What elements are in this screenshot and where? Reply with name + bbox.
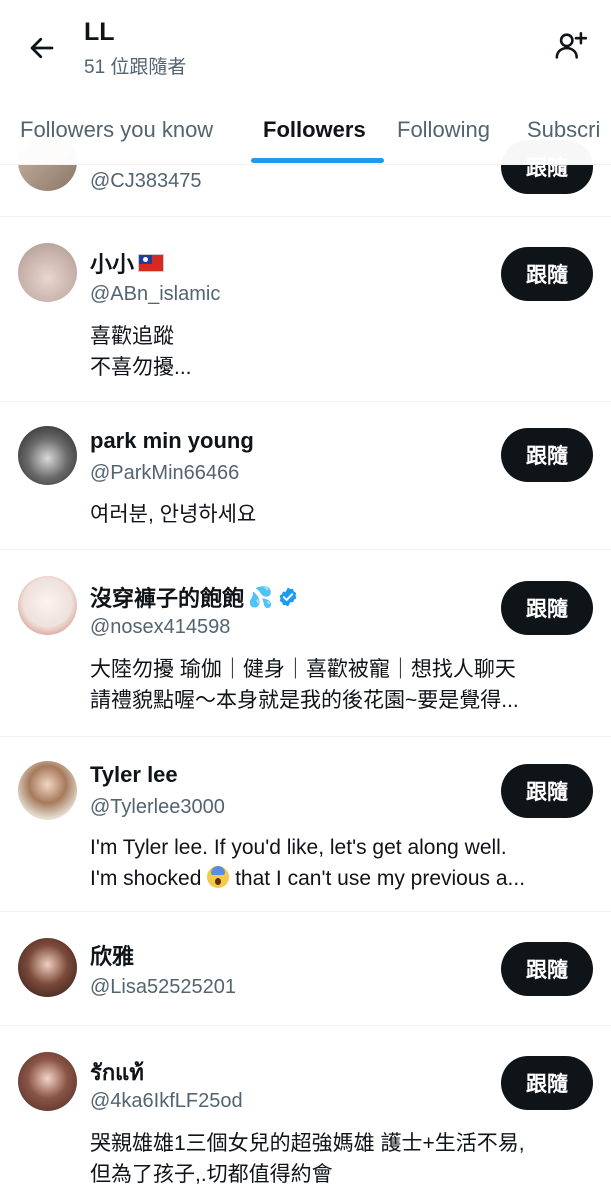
back-button[interactable] — [22, 28, 62, 68]
follow-button[interactable]: 跟隨 — [501, 247, 593, 301]
list-item[interactable]: 欣雅 @Lisa52525201 跟隨 — [0, 912, 611, 1026]
user-handle: @ABn_islamic — [90, 283, 221, 305]
bio-line: 但為了孩子,.切都值得約會 — [90, 1163, 333, 1186]
user-bio: 喜歡追蹤 不喜勿擾... — [90, 321, 585, 383]
list-item[interactable]: park min young @ParkMin66466 여러분, 안녕하세요 … — [0, 402, 611, 550]
page-title: LL — [84, 18, 115, 46]
follow-button[interactable]: 跟隨 — [501, 764, 593, 818]
avatar[interactable] — [18, 576, 77, 635]
user-bio: 哭親雄雄1三個女兒的超強媽雄 護士+生活不易, 但為了孩子,.切都值得約會 — [90, 1128, 585, 1190]
avatar[interactable] — [18, 1052, 77, 1111]
follow-button[interactable]: 跟隨 — [501, 581, 593, 635]
follow-button[interactable]: 跟隨 — [501, 1056, 593, 1110]
follow-button[interactable]: 跟隨 — [501, 428, 593, 482]
bio-line: 大陸勿擾 瑜伽｜健身｜喜歡被寵｜想找人聊天 — [90, 658, 516, 681]
user-handle: @4ka6IkfLF25od — [90, 1090, 243, 1112]
avatar[interactable] — [18, 761, 77, 820]
bio-line: 喜歡追蹤 — [90, 325, 174, 348]
user-handle: @Tylerlee3000 — [90, 796, 225, 818]
user-handle: @ParkMin66466 — [90, 462, 240, 484]
add-user-icon — [555, 31, 588, 59]
arrow-left-icon — [30, 37, 54, 59]
user-handle: @Lisa52525201 — [90, 976, 236, 998]
user-bio: I'm Tyler lee. If you'd like, let's get … — [90, 832, 585, 894]
sweat-droplets-icon: 💦 — [248, 585, 273, 609]
user-bio: 여러분, 안녕하세요 — [90, 499, 585, 530]
bio-text: that I can't use my previous a... — [229, 867, 526, 890]
bio-line: 哭親雄雄1三個女兒的超強媽雄 護士+生活不易, — [90, 1132, 525, 1155]
user-handle: @CJ383475 — [90, 170, 202, 192]
verified-badge-icon — [279, 587, 297, 607]
user-name-text: 小小 — [90, 252, 135, 277]
avatar[interactable] — [18, 938, 77, 997]
list-item[interactable]: 沒穿褲子的飽飽 💦 @nosex414598 大陸勿擾 瑜伽｜健身｜喜歡被寵｜想… — [0, 550, 611, 737]
tab-subscriptions[interactable]: Subscri — [527, 108, 600, 165]
user-name: 欣雅 — [90, 939, 134, 971]
user-name-text: Tyler lee — [90, 762, 178, 787]
user-name-text: 沒穿褲子的飽飽 — [90, 586, 245, 611]
user-name: Tyler lee — [90, 762, 178, 788]
bio-line: 여러분, 안녕하세요 — [90, 503, 257, 526]
list-item[interactable]: รักแท้ @4ka6IkfLF25od 哭親雄雄1三個女兒的超強媽雄 護士+… — [0, 1026, 611, 1200]
user-name: park min young — [90, 428, 254, 454]
tab-bar: Followers you know Followers Following S… — [0, 108, 611, 165]
bio-line: I'm Tyler lee. If you'd like, let's get … — [90, 836, 507, 859]
user-handle: @nosex414598 — [90, 616, 231, 638]
tab-followers-you-know[interactable]: Followers you know — [20, 108, 213, 165]
list-item[interactable]: Tyler lee @Tylerlee3000 I'm Tyler lee. I… — [0, 737, 611, 912]
add-user-button[interactable] — [551, 26, 591, 66]
bio-text: I'm shocked — [90, 867, 202, 890]
bio-line: 不喜勿擾... — [90, 356, 192, 379]
tab-followers[interactable]: Followers — [263, 108, 366, 165]
taiwan-flag-icon — [138, 254, 165, 272]
user-name-text: 欣雅 — [90, 944, 135, 969]
tab-following[interactable]: Following — [397, 108, 490, 165]
follower-count: 51 位跟隨者 — [84, 57, 187, 78]
screaming-face-icon — [207, 866, 230, 888]
user-bio: 大陸勿擾 瑜伽｜健身｜喜歡被寵｜想找人聊天 請禮貌點喔～本身就是我的後花園~要是… — [90, 654, 585, 716]
user-name: รักแท้ — [90, 1055, 144, 1090]
active-tab-indicator — [251, 158, 384, 163]
user-name-text: รักแท้ — [90, 1060, 144, 1085]
user-name: 沒穿褲子的飽飽 💦 — [90, 581, 299, 613]
user-name-text: park min young — [90, 428, 254, 453]
bio-line: I'm shocked that I can't use my previous… — [90, 863, 585, 894]
list-item[interactable]: 小小 @ABn_islamic 喜歡追蹤 不喜勿擾... 跟隨 — [0, 217, 611, 402]
avatar[interactable] — [18, 243, 77, 302]
follow-button[interactable]: 跟隨 — [501, 942, 593, 996]
user-name: 小小 — [90, 247, 165, 279]
profile-header: LL 51 位跟隨者 Followers you know Followers … — [0, 0, 611, 165]
avatar[interactable] — [18, 426, 77, 485]
bio-line: 請禮貌點喔～本身就是我的後花園~要是覺得... — [90, 689, 519, 712]
